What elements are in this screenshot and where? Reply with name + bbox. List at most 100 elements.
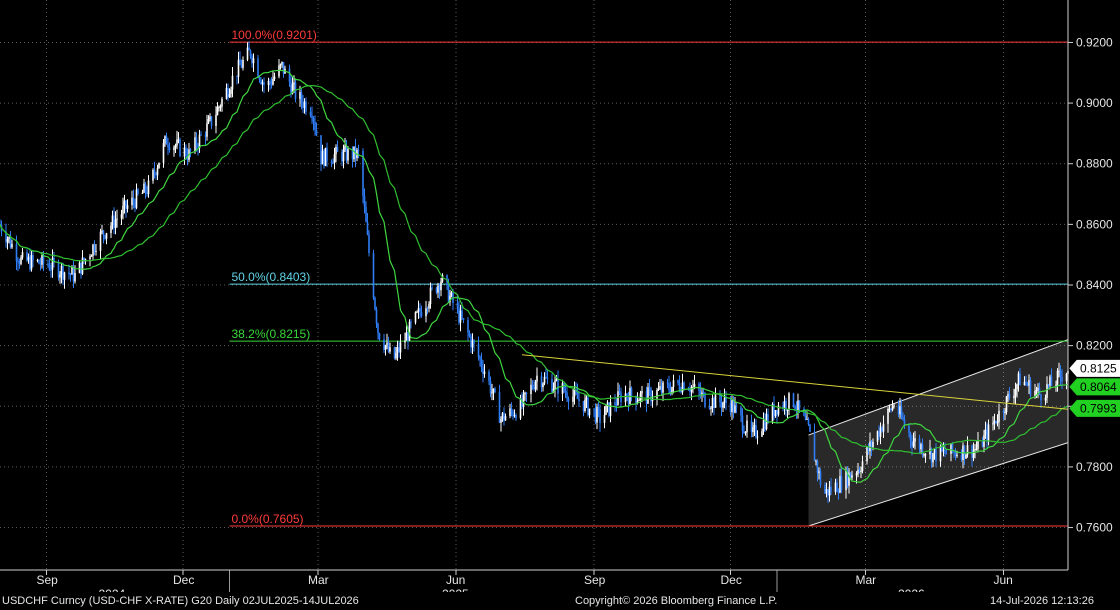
- candle-body: [395, 352, 397, 359]
- candle-body: [609, 402, 612, 416]
- candle-body: [92, 244, 94, 256]
- candle-body: [597, 406, 600, 410]
- candle-body: [1013, 395, 1015, 399]
- candle-body: [114, 219, 117, 229]
- candle-body: [855, 473, 858, 476]
- candle-body: [9, 237, 12, 248]
- candle-body: [141, 192, 144, 194]
- candle-body: [59, 274, 61, 278]
- month-label: Dec: [721, 573, 742, 587]
- candle-body: [134, 201, 136, 208]
- candle-body: [933, 448, 936, 454]
- candle-body: [60, 265, 63, 275]
- candle-body: [687, 389, 690, 391]
- candle-body: [987, 424, 990, 441]
- candle-body: [902, 416, 904, 420]
- candle-body: [269, 80, 271, 83]
- candle-body: [1014, 389, 1017, 396]
- candle-body: [534, 381, 537, 390]
- candle-body: [524, 392, 526, 395]
- candle-body: [1058, 370, 1060, 372]
- candle-body: [525, 392, 528, 395]
- candle-body: [557, 378, 559, 394]
- candle-body: [1037, 387, 1039, 391]
- fib-label: 38.2%(0.8215): [232, 327, 311, 341]
- candle-body: [711, 398, 714, 408]
- candle-body: [564, 390, 567, 393]
- candle-body: [407, 332, 409, 341]
- candle-body: [174, 145, 177, 148]
- candle-body: [870, 441, 873, 447]
- candle-body: [771, 404, 774, 422]
- candle-body: [305, 101, 307, 112]
- candle-body: [519, 398, 522, 419]
- candle-body: [722, 402, 724, 408]
- candle-body: [1061, 376, 1063, 382]
- candle-body: [1035, 390, 1038, 392]
- candle-body: [588, 408, 591, 416]
- candle-body: [219, 106, 222, 108]
- footer-right: 14-Jul-2026 12:13:26: [990, 595, 1094, 607]
- candle-body: [101, 230, 103, 232]
- candle-body: [945, 453, 948, 455]
- candle-body: [330, 161, 333, 163]
- candle-body: [536, 375, 538, 382]
- candle-body: [272, 78, 274, 85]
- candle-body: [372, 253, 375, 298]
- candle-body: [783, 400, 786, 409]
- candle-body: [752, 427, 754, 433]
- candle-body: [566, 392, 568, 399]
- candle-body: [872, 441, 874, 447]
- candle-body: [29, 256, 31, 270]
- candle-body: [744, 432, 747, 434]
- candle-body: [672, 380, 675, 387]
- candle-body: [746, 420, 748, 433]
- candle-body: [924, 454, 927, 456]
- candle-body: [210, 116, 213, 126]
- candle-body: [396, 347, 399, 353]
- candle-body: [479, 356, 481, 359]
- y-tick-label: 0.8400: [1076, 278, 1113, 292]
- candle-body: [27, 256, 30, 261]
- candle-body: [336, 146, 339, 152]
- candle-body: [111, 215, 114, 226]
- candle-body: [1034, 391, 1036, 396]
- candle-body: [1019, 373, 1021, 386]
- candle-body: [798, 400, 801, 409]
- candle-body: [404, 340, 406, 343]
- y-tick-label: 0.9200: [1076, 35, 1113, 49]
- candle-body: [39, 263, 42, 265]
- candle-body: [384, 345, 387, 350]
- candle-body: [207, 119, 210, 124]
- candle-body: [614, 402, 616, 405]
- candle-body: [417, 308, 420, 312]
- candle-body: [944, 449, 946, 454]
- candle-body: [512, 411, 514, 417]
- candle-body: [410, 321, 412, 323]
- candle-body: [960, 455, 963, 460]
- candle-body: [966, 445, 969, 455]
- candle-body: [74, 272, 76, 282]
- candle-body: [1017, 373, 1020, 385]
- candle-body: [110, 225, 112, 234]
- candle-body: [806, 418, 808, 420]
- candle-body: [908, 425, 910, 434]
- candle-body: [483, 371, 486, 374]
- candle-body: [21, 252, 24, 258]
- candle-body: [477, 343, 480, 357]
- price-tag-label: 0.7993: [1080, 401, 1117, 415]
- candle-body: [531, 384, 534, 388]
- candle-body: [530, 384, 532, 395]
- candle-body: [333, 154, 336, 164]
- candle-body: [618, 391, 621, 393]
- candle-body: [993, 420, 996, 424]
- candle-body: [176, 139, 178, 146]
- candle-body: [981, 440, 984, 447]
- candle-body: [179, 139, 181, 157]
- candle-body: [158, 162, 160, 169]
- candle-body: [450, 292, 453, 296]
- candle-body: [977, 440, 979, 449]
- candle-body: [1026, 383, 1029, 386]
- candle-body: [147, 180, 150, 195]
- candle-body: [656, 389, 658, 399]
